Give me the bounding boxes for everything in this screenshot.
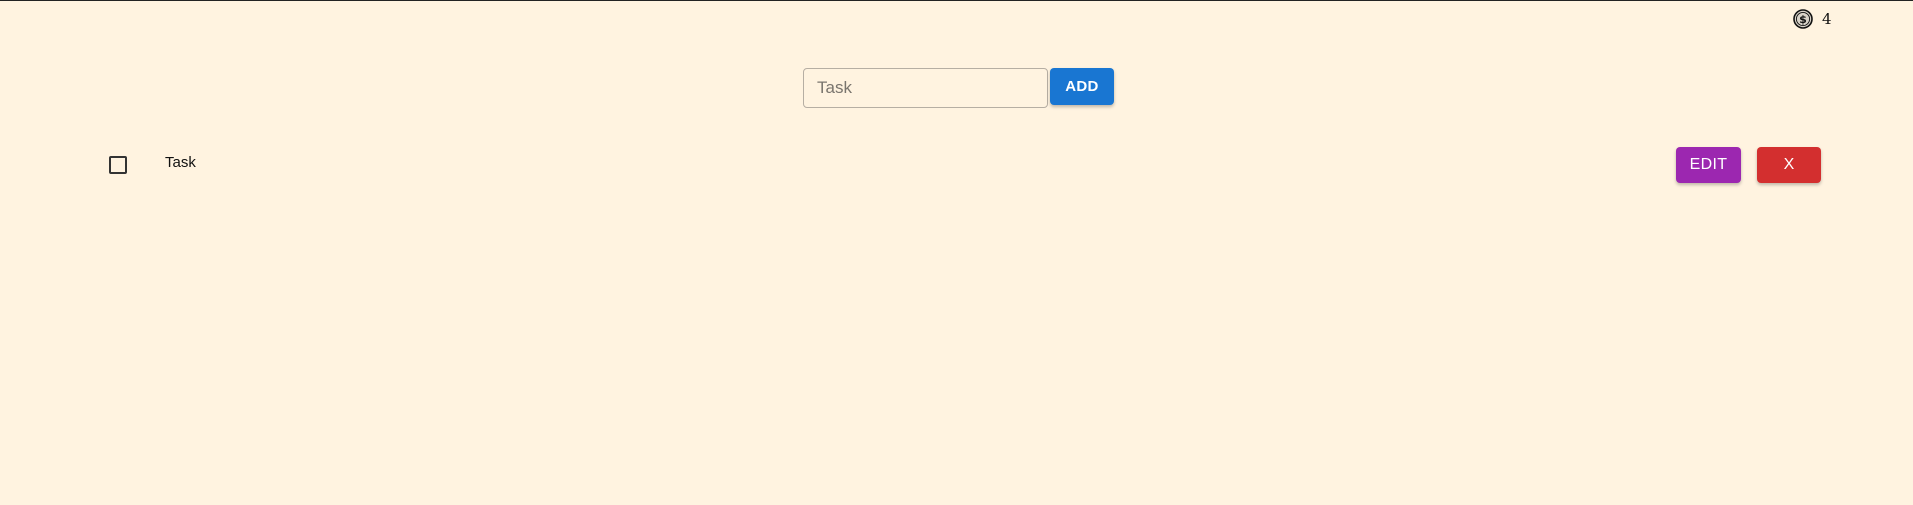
svg-text:$: $ bbox=[1799, 13, 1807, 26]
add-task-bar: ADD bbox=[803, 68, 1114, 108]
edit-button[interactable]: EDIT bbox=[1676, 147, 1741, 183]
task-input[interactable] bbox=[803, 68, 1048, 108]
delete-button[interactable]: X bbox=[1757, 147, 1821, 183]
coin-counter: $ 4 bbox=[1793, 8, 1832, 30]
add-button[interactable]: ADD bbox=[1050, 68, 1114, 105]
task-checkbox[interactable] bbox=[109, 156, 127, 174]
task-row: Task EDIT X bbox=[0, 146, 1913, 186]
dollar-coin-icon: $ bbox=[1793, 9, 1813, 29]
task-label: Task bbox=[165, 154, 196, 171]
coin-count: 4 bbox=[1822, 10, 1832, 28]
